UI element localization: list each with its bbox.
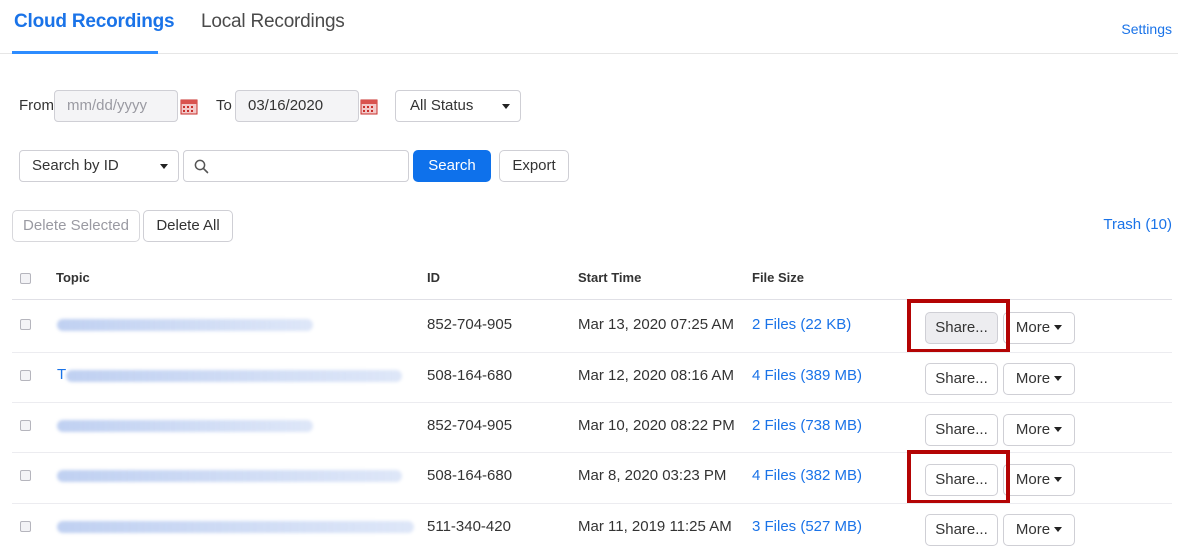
topic-first-letter[interactable]: T — [57, 366, 66, 383]
row-checkbox[interactable] — [20, 521, 31, 532]
share-button[interactable]: Share... — [925, 514, 998, 546]
search-by-select[interactable]: Search by ID — [19, 150, 179, 182]
share-highlight-box — [907, 450, 1010, 504]
calendar-icon[interactable] — [180, 98, 198, 115]
more-button[interactable]: More — [1003, 464, 1075, 496]
topic-link-redacted[interactable] — [57, 319, 313, 331]
file-size-link[interactable]: 4 Files (389 MB) — [752, 367, 862, 384]
file-size-link[interactable]: 4 Files (382 MB) — [752, 467, 862, 484]
share-highlight-box — [907, 299, 1010, 353]
active-tab-indicator — [12, 51, 158, 54]
start-time: Mar 11, 2019 11:25 AM — [578, 518, 732, 535]
meeting-id: 508-164-680 — [427, 367, 513, 384]
topic-link-redacted[interactable] — [57, 521, 414, 533]
chevron-down-icon — [1054, 325, 1063, 330]
more-label: More — [1015, 421, 1051, 438]
start-time: Mar 12, 2020 08:16 AM — [578, 367, 734, 384]
file-size-link[interactable]: 2 Files (738 MB) — [752, 417, 862, 434]
row-divider — [12, 352, 1172, 353]
start-time: Mar 13, 2020 07:25 AM — [578, 316, 734, 333]
search-icon — [194, 159, 209, 174]
to-label: To — [216, 97, 232, 114]
meeting-id: 852-704-905 — [427, 316, 513, 333]
start-time: Mar 8, 2020 03:23 PM — [578, 467, 727, 484]
column-header-id[interactable]: ID — [427, 270, 440, 285]
more-button[interactable]: More — [1003, 514, 1075, 546]
meeting-id: 508-164-680 — [427, 467, 513, 484]
meeting-id: 511-340-420 — [427, 518, 511, 535]
delete-selected-button[interactable]: Delete Selected — [12, 210, 140, 242]
row-divider — [12, 402, 1172, 403]
chevron-down-icon — [1054, 477, 1063, 482]
from-date-input[interactable]: mm/dd/yyyy — [54, 90, 178, 122]
chevron-down-icon — [1054, 376, 1063, 381]
meeting-id: 852-704-905 — [427, 417, 513, 434]
tab-bar: Cloud Recordings Local Recordings Settin… — [0, 0, 1178, 54]
topic-link-redacted[interactable] — [57, 470, 402, 482]
status-select-value: All Status — [410, 97, 474, 114]
tab-cloud-recordings[interactable]: Cloud Recordings — [14, 11, 175, 33]
calendar-icon[interactable] — [360, 98, 378, 115]
export-button[interactable]: Export — [499, 150, 569, 182]
tab-local-recordings[interactable]: Local Recordings — [201, 11, 345, 33]
share-button[interactable]: Share... — [925, 414, 998, 446]
more-button[interactable]: More — [1003, 312, 1075, 344]
trash-link[interactable]: Trash (10) — [1103, 216, 1172, 233]
chevron-down-icon — [160, 164, 168, 169]
start-time: Mar 10, 2020 08:22 PM — [578, 417, 735, 434]
column-header-topic[interactable]: Topic — [56, 270, 90, 285]
search-by-value: Search by ID — [32, 157, 119, 174]
search-input[interactable] — [183, 150, 409, 182]
row-divider — [12, 503, 1172, 504]
select-all-checkbox[interactable] — [20, 273, 31, 284]
more-label: More — [1015, 521, 1051, 538]
row-checkbox[interactable] — [20, 420, 31, 431]
more-label: More — [1015, 471, 1051, 488]
column-header-file-size[interactable]: File Size — [752, 270, 804, 285]
status-select[interactable]: All Status — [395, 90, 521, 122]
delete-all-button[interactable]: Delete All — [143, 210, 233, 242]
file-size-link[interactable]: 3 Files (527 MB) — [752, 518, 862, 535]
row-checkbox[interactable] — [20, 370, 31, 381]
column-header-start-time[interactable]: Start Time — [578, 270, 641, 285]
to-date-input[interactable]: 03/16/2020 — [235, 90, 359, 122]
row-checkbox[interactable] — [20, 470, 31, 481]
settings-link[interactable]: Settings — [1121, 21, 1172, 37]
share-button[interactable]: Share... — [925, 363, 998, 395]
search-button[interactable]: Search — [413, 150, 491, 182]
more-button[interactable]: More — [1003, 363, 1075, 395]
from-label: From — [19, 97, 54, 114]
more-button[interactable]: More — [1003, 414, 1075, 446]
topic-link-redacted[interactable] — [57, 420, 313, 432]
topic-link-redacted[interactable] — [66, 370, 402, 382]
chevron-down-icon — [502, 104, 510, 109]
more-label: More — [1015, 319, 1051, 336]
chevron-down-icon — [1054, 427, 1063, 432]
more-label: More — [1015, 370, 1051, 387]
recordings-page: Cloud Recordings Local Recordings Settin… — [0, 0, 1178, 546]
chevron-down-icon — [1054, 527, 1063, 532]
row-checkbox[interactable] — [20, 319, 31, 330]
file-size-link[interactable]: 2 Files (22 KB) — [752, 316, 851, 333]
